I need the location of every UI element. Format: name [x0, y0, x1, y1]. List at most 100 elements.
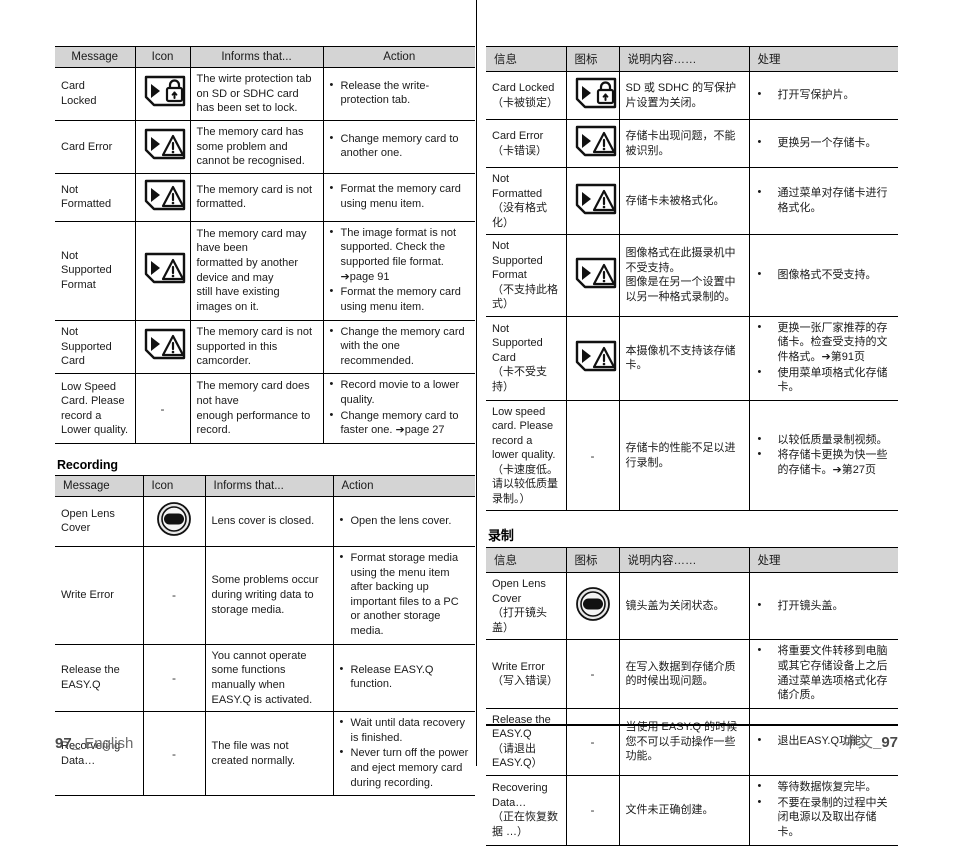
cell-icon [135, 67, 191, 121]
cell-action: Format storage media using the menu item… [333, 546, 475, 645]
cell-action: 打开写保护片。 [749, 71, 898, 120]
cell-informs: The memory card may have been formatted b… [190, 221, 324, 321]
action-item: Open the lens cover. [340, 513, 470, 529]
cell-action: Change memory card to another one. [323, 120, 475, 174]
table-header-row: Message Icon Informs that... Action [55, 475, 475, 497]
card-warning-icon [573, 182, 619, 216]
cell-informs: 本摄像机不支持该存储卡。 [619, 316, 750, 401]
table-row: Open LensCover Lens cover is closed. Open … [55, 496, 475, 547]
cell-icon [135, 320, 191, 375]
english-table-body: Card Locked The wirte protection tab on SD… [55, 67, 475, 444]
card-warning-icon [573, 339, 619, 373]
cell-informs: 存储卡的性能不足以进行录制。 [619, 400, 750, 511]
cell-message: Card Locked （卡被锁定） [486, 71, 567, 120]
table-row: Not Supported Format The memory card may ha… [55, 221, 475, 321]
col-header-icon: 图标 [566, 547, 620, 574]
action-item: 更换另一个存储卡。 [756, 135, 893, 151]
cell-action: 将重要文件转移到电脑或其它存储设备上之后通过菜单选项格式化存储介质。 [749, 639, 898, 709]
cell-action: 等待数据恢复完毕。不要在录制的过程中关闭电源以及取出存储卡。 [749, 776, 898, 846]
cell-informs: 在写入数据到存储介质的时候出现问题。 [619, 639, 750, 709]
cell-icon [143, 496, 206, 547]
action-list: 更换另一个存储卡。 [756, 135, 893, 151]
cell-icon: - [566, 708, 620, 777]
cell-icon [566, 316, 620, 401]
cell-message: Not Formatted （没有格式化） [486, 167, 567, 236]
action-item: Format the memory card using menu item. [330, 181, 470, 211]
cell-message: Recovering Data… （正在恢复数据 …） [486, 775, 567, 845]
action-list: 以较低质量录制视频。将存储卡更换为快一些的存储卡。➔第27页 [756, 432, 893, 478]
cell-message: Card Error [55, 120, 136, 174]
cell-action: Open the lens cover. [333, 496, 475, 547]
action-item: The image format is not supported. Check… [330, 225, 470, 285]
table-row: Low speed card. Please record a lower qu… [486, 400, 898, 511]
cell-message: Not Formatted [55, 173, 136, 222]
action-item: 通过菜单对存储卡进行格式化。 [756, 185, 893, 215]
card-lock-icon [573, 76, 619, 110]
table-row: Card Error（卡错误） 存储卡出现问题，不能被识别。更换另一个存储卡。 [486, 119, 898, 168]
chinese-messages-table: 信息 图标 说明内容…… 处理 Card Locked （卡被锁定） SD 或 SD… [486, 46, 898, 512]
table-row: Write Error - Some problems occur during w… [55, 546, 475, 645]
action-item: Wait until data recovery is finished. [340, 715, 470, 745]
no-icon-dash: - [172, 670, 176, 685]
cell-informs: The memory card is not supported in this… [190, 320, 324, 375]
no-icon-dash: - [172, 746, 176, 761]
cell-message: Card Error （卡错误） [486, 119, 567, 168]
col-header-message: Message [55, 46, 136, 68]
cell-informs: SD 或 SDHC 的写保护片设置为关闭。 [619, 71, 750, 120]
card-warning-icon [142, 127, 188, 161]
chinese-table-body: Card Locked（卡被锁定） SD 或 SDHC 的写保护片设置为关闭。打开… [486, 71, 898, 511]
cell-icon [566, 71, 620, 120]
action-list: Record movie to a lower quality.Change m… [330, 377, 470, 438]
action-item: Change memory card to faster one. ➔page … [330, 408, 470, 438]
table-row: Recorvering Data… - The file was not create… [55, 711, 475, 796]
cell-icon [566, 167, 620, 236]
table-header-row: 信息 图标 说明内容…… 处理 [486, 547, 898, 574]
cell-action: Change the memory card with the one reco… [323, 320, 475, 375]
cell-informs: The wirte protection tab on SD or SDHC c… [190, 67, 324, 121]
cell-action: 更换另一个存储卡。 [749, 119, 898, 168]
cell-action: 以较低质量录制视频。将存储卡更换为快一些的存储卡。➔第27页 [749, 400, 898, 511]
action-list: 图像格式不受支持。 [756, 267, 893, 283]
action-list: Wait until data recovery is finished.Nev… [340, 715, 470, 790]
action-list: 打开镜头盖。 [756, 598, 893, 614]
action-list: The image format is not supported. Check… [330, 225, 470, 315]
cell-icon [135, 173, 191, 222]
action-item: Record movie to a lower quality. [330, 377, 470, 407]
cell-informs: The memory card has some problem and can… [190, 120, 324, 174]
chinese-column: 信息 图标 说明内容…… 处理 Card Locked （卡被锁定） SD 或 SD… [486, 0, 898, 846]
cell-action: 通过菜单对存储卡进行格式化。 [749, 167, 898, 236]
table-row: Not Supported Card The memory card is not s… [55, 320, 475, 375]
cell-icon [135, 221, 191, 321]
cell-informs: 存储卡未被格式化。 [619, 167, 750, 236]
card-warning-icon [142, 178, 188, 212]
table-row: Release the EASY.Q - You cannot operate som… [55, 644, 475, 713]
cell-message: Not Supported Format [55, 221, 136, 321]
manual-page: Message Icon Informs that... Action Card… [0, 0, 954, 846]
cell-informs: The file was not created normally. [205, 711, 334, 796]
col-header-message: Message [55, 475, 144, 497]
col-header-informs: 说明内容…… [619, 547, 750, 574]
section-title-recording-zh: 录制 [488, 528, 514, 544]
table-row: NotSupportedCard（卡不受支持） 本摄像机不支持该存储卡。更换一张厂… [486, 316, 898, 401]
col-header-action: 处理 [749, 547, 898, 574]
col-header-icon: 图标 [566, 46, 620, 72]
action-item: Format the memory card using menu item. [330, 284, 470, 314]
cell-icon: - [566, 400, 620, 511]
table-row: Card Locked（卡被锁定） SD 或 SDHC 的写保护片设置为关闭。打开… [486, 71, 898, 120]
card-warning-icon [142, 327, 188, 361]
action-item: Release EASY.Q function. [340, 662, 470, 692]
cell-icon [566, 234, 620, 317]
cell-message: Release the EASY.Q （请退出EASY.Q） [486, 708, 567, 777]
action-item: 图像格式不受支持。 [756, 267, 893, 283]
cell-informs: 当使用 EASY.Q 的时候您不可以手动操作一些功能。 [619, 708, 750, 777]
action-item: 更换一张厂家推荐的存储卡。检查受支持的文件格式。➔第91页 [756, 320, 893, 365]
cell-message: Low Speed Card. Please record a Lower qu… [55, 373, 136, 444]
cell-message: Release the EASY.Q [55, 644, 144, 713]
no-icon-dash: - [160, 401, 165, 416]
cell-message: Open Lens Cover （打开镜头盖） [486, 572, 567, 641]
table-row: Open LensCover（打开镜头盖） 镜头盖为关闭状态。打开镜头盖。 [486, 572, 898, 641]
action-list: Release EASY.Q function. [340, 662, 470, 692]
lens-cover-icon [575, 586, 611, 622]
action-list: Change memory card to another one. [330, 131, 470, 161]
cell-action: Format the memory card using menu item. [323, 173, 475, 222]
